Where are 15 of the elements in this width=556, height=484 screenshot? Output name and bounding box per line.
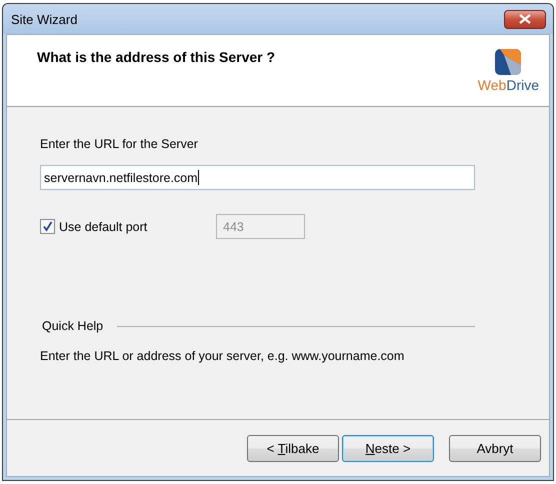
wizard-button[interactable]: Neste > <box>342 434 434 462</box>
url-field[interactable]: servernavn.netfilestore.com <box>40 165 475 190</box>
checkbox[interactable] <box>40 219 55 234</box>
page-title: What is the address of this Server ? <box>37 49 276 67</box>
window-title: Site Wizard <box>11 12 78 26</box>
wizard-button[interactable]: Avbryt <box>449 434 541 462</box>
logo-text: WebDrive <box>478 77 539 93</box>
close-icon <box>519 14 531 24</box>
url-label: Enter the URL for the Server <box>40 137 199 151</box>
help-text: Enter the URL or address of your server, e.g. www.yourname.com <box>40 349 406 363</box>
section-title: Quick Help <box>42 319 104 333</box>
checkbox-label: Use default port <box>59 220 148 234</box>
wizard-button[interactable]: < Tilbake <box>247 434 339 462</box>
logo-icon <box>495 49 522 75</box>
close-button[interactable] <box>504 10 546 28</box>
